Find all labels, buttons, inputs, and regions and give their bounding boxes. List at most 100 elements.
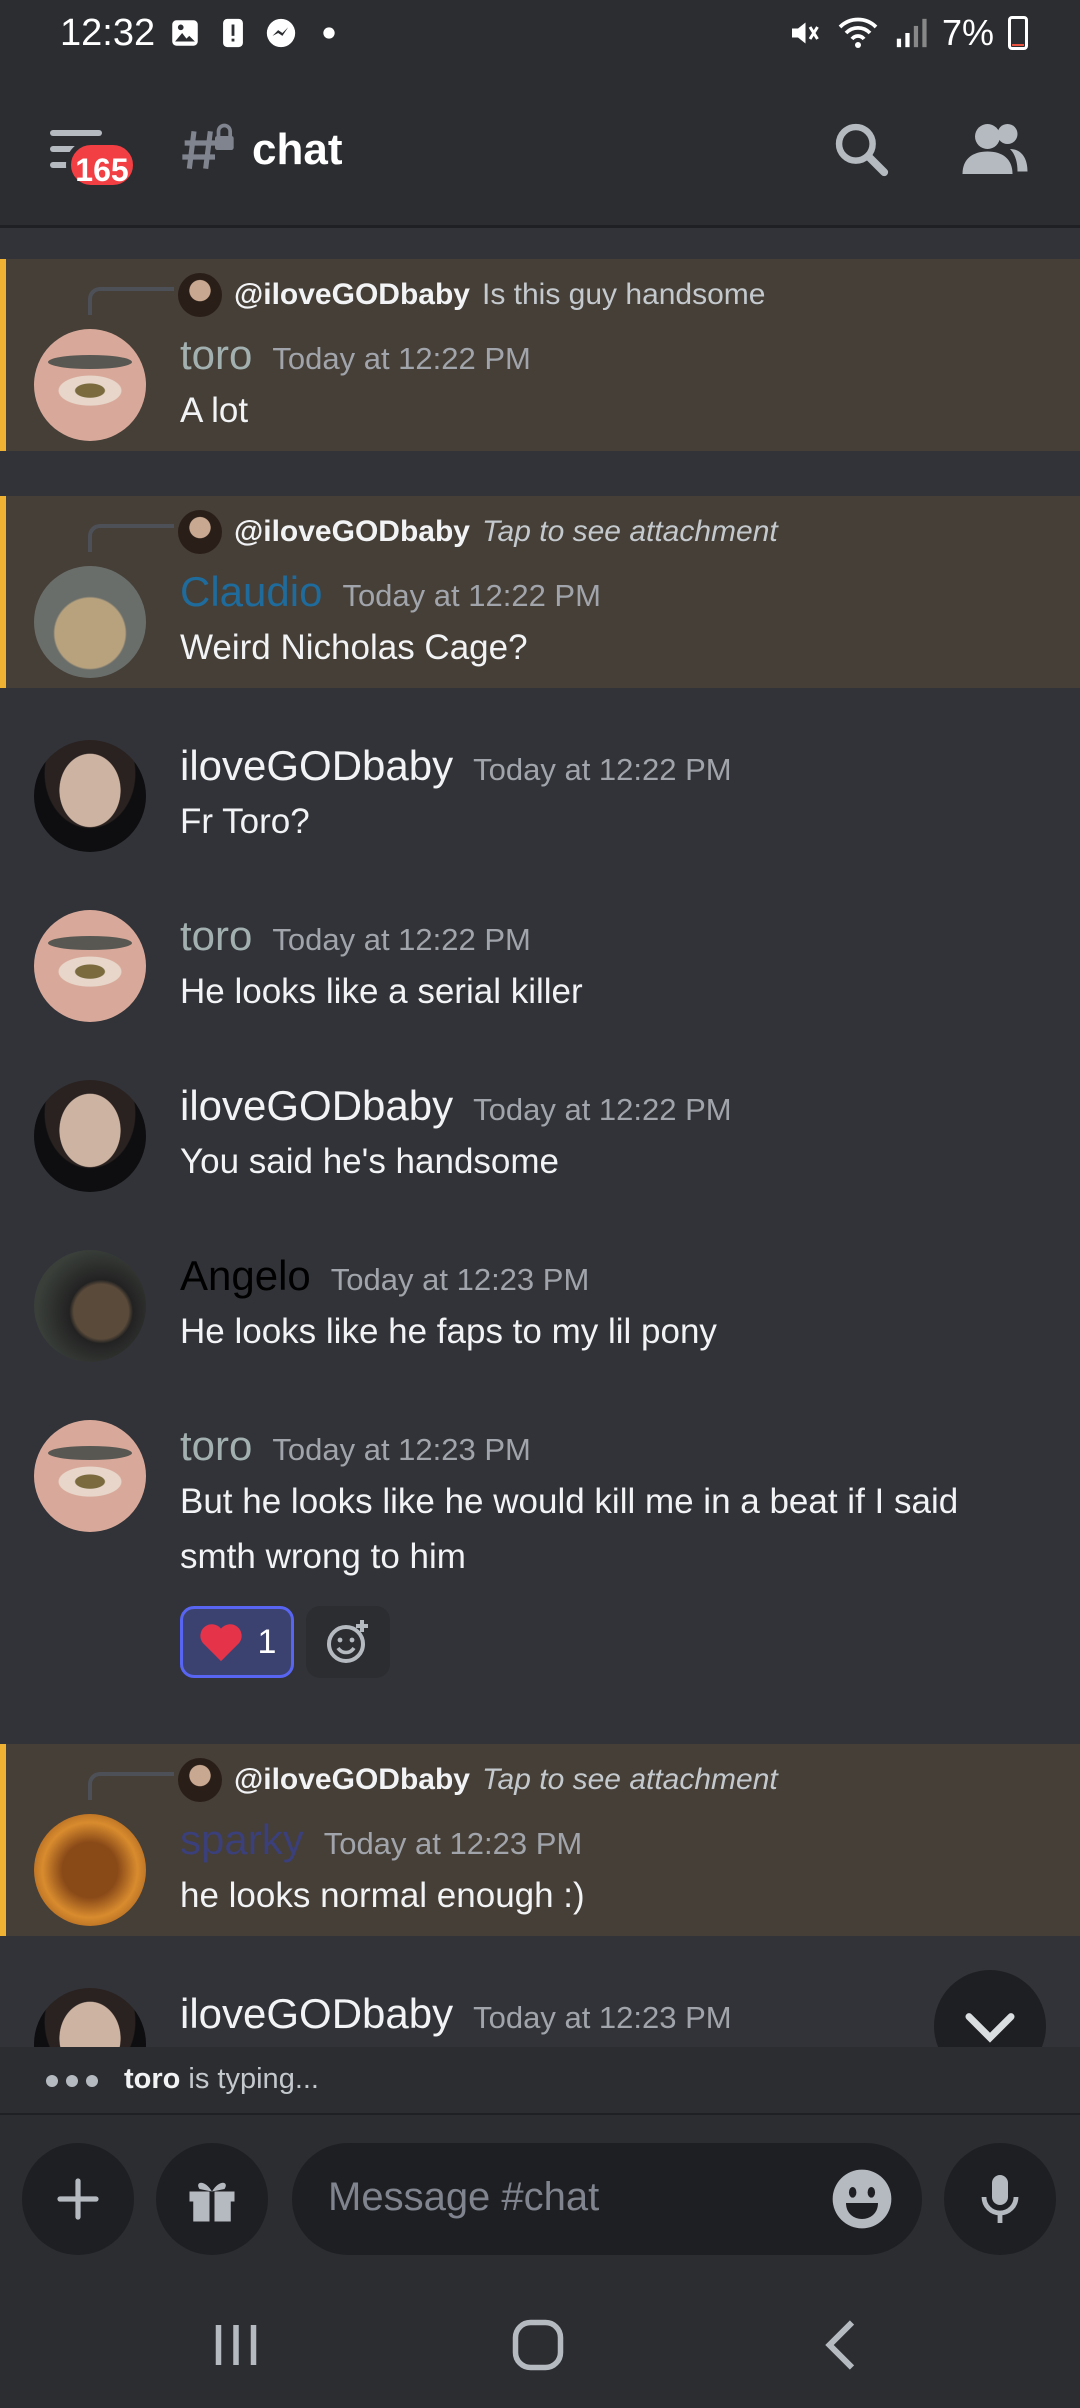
notification-icons	[168, 16, 346, 50]
status-time: 12:32	[60, 12, 156, 54]
message-author[interactable]: iloveGODbaby Today at 12:23 PM	[180, 1990, 732, 2038]
gallery-icon	[172, 20, 198, 46]
message-text: A lot	[180, 391, 249, 430]
avatar[interactable]	[34, 1250, 146, 1362]
message-text: Weird Nicholas Cage?	[180, 628, 528, 667]
reply-avatar	[178, 1758, 222, 1802]
reply-author: @iloveGODbaby	[234, 1763, 470, 1796]
avatar[interactable]	[34, 1080, 146, 1192]
author-name[interactable]: toro	[180, 331, 252, 378]
message-text: He looks like he faps to my lil pony	[180, 1312, 717, 1351]
recent-apps-icon[interactable]	[206, 2315, 266, 2375]
message-text: But he looks like he would kill me in a …	[180, 1482, 959, 1576]
search-icon[interactable]	[830, 118, 892, 180]
system-navigation-bar	[0, 2275, 1080, 2408]
message-item[interactable]: toro Today at 12:22 PM He looks like a se…	[0, 900, 1080, 1050]
avatar[interactable]	[34, 910, 146, 1022]
reply-text: Tap to see attachment	[481, 515, 778, 548]
author-name[interactable]: sparky	[180, 1816, 304, 1863]
message-timestamp: Today at 12:22 PM	[272, 922, 531, 957]
reply-preview[interactable]: @iloveGODbaby Tap to see attachment	[178, 1756, 778, 1804]
message-author[interactable]: toro Today at 12:22 PM	[180, 331, 531, 379]
heart-reaction[interactable]: 1	[180, 1606, 294, 1678]
message-timestamp: Today at 12:23 PM	[272, 1432, 531, 1467]
add-attachment-button[interactable]	[22, 2143, 134, 2255]
message-timestamp: Today at 12:23 PM	[323, 1826, 583, 1861]
author-name[interactable]: toro	[180, 912, 252, 959]
message-text: He looks like a serial killer	[180, 972, 583, 1011]
avatar[interactable]	[34, 1420, 146, 1532]
message-text: Fr Toro?	[180, 802, 310, 841]
message-timestamp: Today at 12:22 PM	[473, 1092, 732, 1127]
system-status: 7%	[786, 12, 1028, 54]
typing-text: toro is typing...	[124, 2063, 319, 2096]
message-item[interactable]: @iloveGODbaby Tap to see attachment Clau…	[0, 496, 1080, 688]
alert-icon	[223, 18, 243, 48]
message-author[interactable]: iloveGODbaby Today at 12:22 PM	[180, 1082, 732, 1130]
message-item[interactable]: @iloveGODbaby Tap to see attachment spar…	[0, 1744, 1080, 1936]
avatar[interactable]	[34, 329, 146, 441]
back-icon[interactable]	[812, 2315, 872, 2375]
author-name[interactable]: Claudio	[180, 568, 322, 615]
reply-avatar	[178, 273, 222, 317]
message-input-placeholder: Message #chat	[328, 2175, 600, 2219]
heart-icon	[199, 1624, 242, 1662]
message-composer: Message #chat	[0, 2113, 1080, 2275]
messenger-icon	[266, 18, 296, 48]
message-author[interactable]: iloveGODbaby Today at 12:22 PM	[180, 742, 732, 790]
avatar[interactable]	[34, 1988, 146, 2047]
message-item[interactable]: iloveGODbaby Today at 12:22 PM Fr Toro?	[0, 730, 1080, 880]
gift-button[interactable]	[156, 2143, 268, 2255]
message-author[interactable]: Claudio Today at 12:22 PM	[180, 568, 601, 616]
author-name[interactable]: iloveGODbaby	[180, 1990, 453, 2037]
unread-badge: 165	[66, 140, 138, 190]
locked-channel-icon	[182, 123, 234, 169]
message-text: You said he's handsome	[180, 1142, 560, 1181]
voice-message-button[interactable]	[944, 2143, 1056, 2255]
add-reaction-button[interactable]	[306, 1606, 390, 1678]
reply-preview[interactable]: @iloveGODbaby Tap to see attachment	[178, 508, 778, 556]
reply-text: Is this guy handsome	[481, 278, 766, 311]
message-text: he looks normal enough :)	[180, 1876, 585, 1915]
gift-icon	[189, 2182, 235, 2222]
battery-icon	[1008, 16, 1028, 50]
message-timestamp: Today at 12:22 PM	[473, 752, 732, 787]
microphone-icon	[981, 2175, 1019, 2223]
battery-percent: 7%	[941, 12, 994, 53]
typing-suffix: is typing...	[180, 2063, 319, 2095]
message-timestamp: Today at 12:22 PM	[342, 578, 601, 613]
author-name[interactable]: iloveGODbaby	[180, 742, 453, 789]
message-item[interactable]: iloveGODbaby Today at 12:22 PM You said h…	[0, 1070, 1080, 1220]
typing-dots-icon	[46, 2075, 98, 2087]
mute-icon	[791, 22, 819, 44]
message-author[interactable]: toro Today at 12:22 PM	[180, 912, 531, 960]
author-name[interactable]: Angelo	[180, 1252, 311, 1299]
status-bar: 12:32 7%	[0, 0, 1080, 70]
reaction-bar: 1	[180, 1606, 390, 1678]
avatar[interactable]	[34, 566, 146, 678]
reply-avatar	[178, 510, 222, 554]
message-list[interactable]: @iloveGODbaby Is this guy handsome toro T…	[0, 232, 1080, 2047]
avatar[interactable]	[34, 740, 146, 852]
message-author[interactable]: toro Today at 12:23 PM	[180, 1422, 531, 1470]
author-name[interactable]: toro	[180, 1422, 252, 1469]
message-timestamp: Today at 12:22 PM	[272, 341, 531, 376]
reply-author: @iloveGODbaby	[234, 515, 470, 548]
message-item[interactable]: iloveGODbaby Today at 12:23 PM	[0, 1978, 1080, 2047]
message-author[interactable]: sparky Today at 12:23 PM	[180, 1816, 582, 1864]
message-item[interactable]: Angelo Today at 12:23 PM He looks like he…	[0, 1240, 1080, 1390]
channel-title: chat	[252, 125, 343, 174]
message-item[interactable]: @iloveGODbaby Is this guy handsome toro T…	[0, 259, 1080, 451]
avatar[interactable]	[34, 1814, 146, 1926]
dot-icon	[323, 27, 335, 39]
message-author[interactable]: Angelo Today at 12:23 PM	[180, 1252, 589, 1300]
channel-header: 165 chat	[0, 70, 1080, 228]
reply-author: @iloveGODbaby	[234, 278, 470, 311]
members-icon[interactable]	[960, 118, 1030, 180]
plus-icon	[57, 2178, 99, 2220]
home-icon[interactable]	[508, 2315, 568, 2375]
author-name[interactable]: iloveGODbaby	[180, 1082, 453, 1129]
reply-preview[interactable]: @iloveGODbaby Is this guy handsome	[178, 271, 765, 319]
emoji-icon[interactable]	[830, 2167, 894, 2231]
message-input[interactable]: Message #chat	[292, 2143, 922, 2255]
